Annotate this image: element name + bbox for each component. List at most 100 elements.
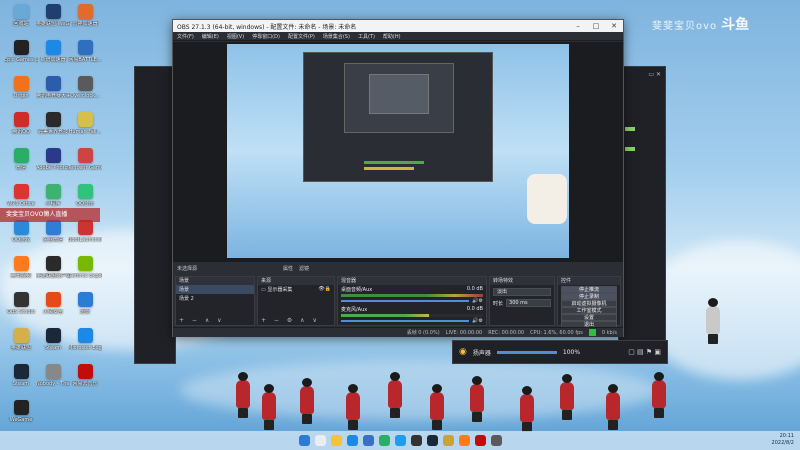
control-button[interactable]: 启动虚拟摄像机: [561, 300, 617, 307]
visibility-icon[interactable]: 👁🔒: [318, 286, 331, 292]
desktop-icon[interactable]: Epic Games Launcher: [4, 40, 38, 63]
desktop-icon-label: QQ音乐: [76, 201, 94, 207]
desktop-icon[interactable]: 网易云音乐: [68, 364, 102, 387]
desktop-icon[interactable]: WPS Office: [4, 184, 38, 207]
control-button[interactable]: 工作室模式: [561, 307, 617, 314]
desktop-icon[interactable]: 腾讯QQ: [4, 112, 38, 135]
app-icon: [13, 364, 29, 379]
taskbar-explorer-icon[interactable]: [330, 435, 342, 446]
menu-item[interactable]: 帮助(H): [383, 33, 401, 40]
desktop-icon[interactable]: 完美世界竞技: [36, 112, 70, 135]
taskbar-app-icon[interactable]: [490, 435, 502, 446]
desktop-icon[interactable]: 火绒安全: [36, 292, 70, 315]
green-indicator: [625, 147, 635, 151]
desktop-icon[interactable]: Origin: [4, 76, 38, 99]
app-icon: [45, 184, 61, 199]
taskbar-store-icon[interactable]: [362, 435, 374, 446]
speaker-bar: ◉ 扬声器 100% ▢ ▤ ⚑ ▣: [452, 340, 668, 364]
maximize-icon[interactable]: □: [587, 22, 605, 30]
desktop-icon[interactable]: 企业微信: [36, 220, 70, 243]
control-button[interactable]: 停止录制: [561, 293, 617, 300]
minimize-icon[interactable]: –: [569, 22, 587, 30]
taskbar-edge-icon[interactable]: [346, 435, 358, 446]
source-item[interactable]: ▭ 显示器采集 👁🔒: [258, 285, 334, 294]
transition-select[interactable]: 淡出: [493, 288, 551, 296]
menu-item[interactable]: 配置文件(P): [288, 33, 315, 40]
watermark-text: 斐斐宝贝ovo: [652, 20, 718, 32]
taskbar-lol-icon[interactable]: [442, 435, 454, 446]
desktop-icon[interactable]: 微信: [4, 148, 38, 171]
obs-preview[interactable]: [173, 42, 623, 262]
desktop-icon[interactable]: WeGame: [4, 400, 38, 423]
desktop-icon[interactable]: Nobody - The Turna...: [36, 364, 70, 387]
desktop-icon[interactable]: 网易BATTLE...: [68, 40, 102, 63]
channel-name: 桌面音频/Aux: [341, 287, 373, 293]
desktop-icon[interactable]: 雷神加速器: [68, 4, 102, 27]
menu-item[interactable]: 编辑(E): [202, 33, 219, 40]
menu-item[interactable]: 视图(V): [227, 33, 244, 40]
close-icon[interactable]: ✕: [605, 22, 623, 30]
scene-item[interactable]: 场景 2: [176, 294, 254, 303]
desktop-icon[interactable]: Tencent Games: [68, 148, 102, 171]
system-tray-clock[interactable]: 20:11 2022/8/2: [772, 433, 794, 447]
scene-item[interactable]: 场景: [176, 285, 254, 294]
desktop-icon[interactable]: Steam: [4, 364, 38, 387]
control-button[interactable]: 设置: [561, 314, 617, 321]
desktop-icon[interactable]: 英雄联盟: [4, 328, 38, 351]
control-button[interactable]: 停止推流: [561, 286, 617, 293]
desktop-icon-label: 完美世界竞技: [37, 129, 68, 135]
desktop-icon[interactable]: 腾讯视频: [4, 256, 38, 279]
desktop-icon[interactable]: QQ音乐: [68, 184, 102, 207]
filters-button[interactable]: 滤镜: [299, 265, 309, 272]
desktop-icon[interactable]: 回收站: [4, 4, 38, 27]
app-icon: [13, 40, 29, 55]
tray-icons[interactable]: ▢ ▤ ⚑ ▣: [628, 348, 661, 356]
mute-icon[interactable]: 🔊⚙: [472, 318, 483, 324]
obs-window[interactable]: OBS 27.1.3 (64-bit, windows) - 配置文件: 未命名…: [172, 19, 624, 337]
desktop-icon-label: 腾讯QQ: [12, 129, 30, 135]
menu-item[interactable]: 工具(T): [358, 33, 375, 40]
mute-icon[interactable]: 🔊⚙: [472, 298, 483, 304]
desktop-icon[interactable]: 新增加速器: [36, 40, 70, 63]
menu-item[interactable]: 场景集合(S): [323, 33, 350, 40]
app-icon: [13, 76, 29, 91]
desktop-icon[interactable]: Steam: [36, 328, 70, 351]
taskbar-douyu-icon[interactable]: [458, 435, 470, 446]
taskbar-windows-icon[interactable]: [298, 435, 310, 446]
desktop-icon[interactable]: Adobe Photosho...: [36, 148, 70, 171]
desktop-icon[interactable]: 英雄联盟客户端: [36, 256, 70, 279]
properties-button[interactable]: 属性: [283, 265, 293, 272]
menu-item[interactable]: 停靠窗口(D): [252, 33, 280, 40]
taskbar-music-icon[interactable]: [474, 435, 486, 446]
desktop-icon[interactable]: OBS Studio: [4, 292, 38, 315]
desktop-icon[interactable]: BootLauncher: [68, 220, 102, 243]
taskbar-search-icon[interactable]: [314, 435, 326, 446]
scenes-toolbar[interactable]: + − ∧ ∨: [176, 317, 254, 325]
speaker-icon[interactable]: ◉: [459, 347, 467, 357]
taskbar-obs-icon[interactable]: [410, 435, 422, 446]
duration-input[interactable]: 300 ms: [506, 299, 551, 307]
desktop-icon[interactable]: QQ游戏: [4, 220, 38, 243]
taskbar-qq-icon[interactable]: [394, 435, 406, 446]
app-icon: [77, 364, 93, 379]
sources-toolbar[interactable]: + − ⚙ ∧ ∨: [258, 317, 334, 325]
app-icon: [13, 112, 29, 127]
volume-slider[interactable]: [341, 300, 470, 302]
desktop-icon[interactable]: 小程序: [36, 184, 70, 207]
desktop-icon[interactable]: Overclock...: [68, 76, 102, 99]
menu-item[interactable]: 文件(F): [177, 33, 194, 40]
desktop-icon[interactable]: 腾讯电竞赛大事件: [36, 76, 70, 99]
taskbar-wechat-icon[interactable]: [378, 435, 390, 446]
app-icon: [77, 256, 93, 271]
nested-meter: [364, 167, 414, 170]
desktop-icon[interactable]: Geforce Experience: [68, 256, 102, 279]
volume-slider[interactable]: [341, 320, 470, 322]
obs-title-bar[interactable]: OBS 27.1.3 (64-bit, windows) - 配置文件: 未命名…: [173, 20, 623, 32]
desktop-icon[interactable]: 迅雷: [68, 292, 102, 315]
volume-slider[interactable]: [496, 350, 557, 354]
desktop-icon[interactable]: 英雄联盟 WeGame版: [36, 4, 70, 27]
desktop-icon-label: 英雄联盟 WeGame版: [36, 21, 70, 27]
desktop-icon[interactable]: Microsoft Edge: [68, 328, 102, 351]
desktop-icon[interactable]: Human Fall...: [68, 112, 102, 135]
taskbar-steam-icon[interactable]: [426, 435, 438, 446]
